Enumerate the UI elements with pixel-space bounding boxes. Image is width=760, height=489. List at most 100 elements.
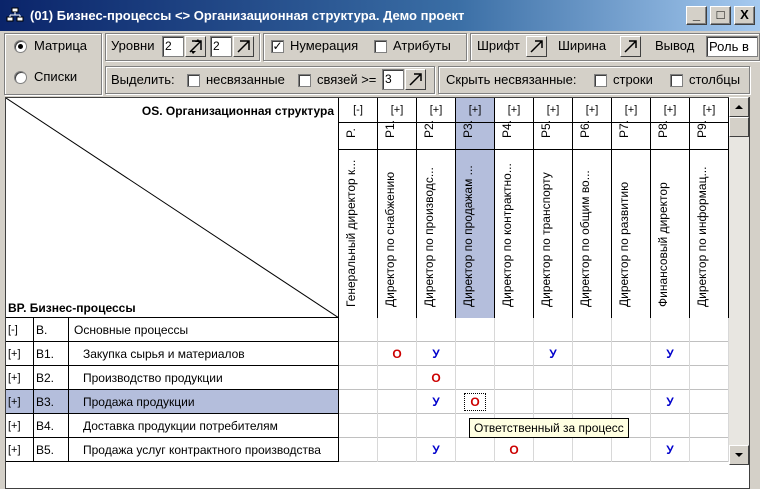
matrix-cell[interactable] [417, 318, 456, 342]
matrix-cell[interactable] [495, 318, 534, 342]
links-count-input[interactable]: 3 [382, 69, 404, 90]
matrix-cell[interactable] [339, 438, 378, 462]
matrix-cell[interactable] [456, 318, 495, 342]
matrix-cell[interactable] [339, 366, 378, 390]
matrix-cell[interactable] [534, 318, 573, 342]
column-header[interactable]: [+] P4. Директор по контрактно... [495, 98, 534, 318]
lists-radio-label[interactable]: Списки [34, 69, 77, 84]
matrix-cell[interactable] [690, 318, 729, 342]
row-name[interactable]: Закупка сырья и материалов [69, 342, 339, 366]
matrix-cell[interactable] [612, 390, 651, 414]
minimize-button[interactable]: _ [686, 6, 707, 25]
matrix-radio[interactable] [14, 40, 27, 53]
column-header[interactable]: [+] P9. Директор по информац... [690, 98, 729, 318]
matrix-cell[interactable] [573, 366, 612, 390]
matrix-cell[interactable]: У [417, 390, 456, 414]
highlight-unlinked-checkbox[interactable] [187, 74, 200, 87]
attributes-checkbox[interactable] [374, 40, 387, 53]
matrix-cell[interactable] [378, 366, 417, 390]
matrix-cell[interactable] [573, 390, 612, 414]
maximize-button[interactable]: □ [710, 6, 731, 25]
hide-rows-label[interactable]: строки [613, 72, 653, 87]
matrix-cell[interactable] [456, 438, 495, 462]
row-name[interactable]: Основные процессы [69, 318, 339, 342]
matrix-cell[interactable] [612, 366, 651, 390]
matrix-row[interactable]: [+] B2. Производство продукции О [6, 366, 746, 390]
row-expand-toggle[interactable]: [+] [6, 342, 34, 366]
matrix-cell[interactable]: О [378, 342, 417, 366]
matrix-cell[interactable] [690, 414, 729, 438]
matrix-cell[interactable] [690, 366, 729, 390]
column-header[interactable]: [+] P5. Директор по транспорту [534, 98, 573, 318]
levels-row-spinner[interactable] [185, 36, 206, 57]
matrix-cell[interactable]: У [534, 342, 573, 366]
matrix-cell[interactable]: У [651, 390, 690, 414]
matrix-radio-label[interactable]: Матрица [34, 38, 87, 53]
row-name[interactable]: Доставка продукции потребителям [69, 414, 339, 438]
width-button[interactable] [620, 36, 641, 57]
matrix-grid[interactable]: OS. Организационная структура BP. Бизнес… [5, 97, 750, 489]
matrix-cell[interactable] [573, 438, 612, 462]
matrix-cell[interactable] [495, 342, 534, 366]
matrix-cell[interactable]: О [417, 366, 456, 390]
column-expand-toggle[interactable]: [-] [339, 98, 377, 123]
matrix-cell[interactable] [456, 342, 495, 366]
matrix-cell[interactable]: О [456, 390, 495, 414]
row-name[interactable]: Продажа продукции [69, 390, 339, 414]
matrix-cell[interactable] [612, 318, 651, 342]
scroll-thumb[interactable] [729, 117, 749, 137]
matrix-cell[interactable] [339, 390, 378, 414]
column-header[interactable]: [+] P3. Директор по продажам ... [456, 98, 495, 318]
matrix-cell[interactable] [534, 390, 573, 414]
column-header[interactable]: [-] P. Генеральный директор к... [339, 98, 378, 318]
levels-row-input[interactable]: 2 [162, 36, 184, 57]
matrix-cell[interactable] [339, 414, 378, 438]
row-expand-toggle[interactable]: [+] [6, 390, 34, 414]
row-name[interactable]: Продажа услуг контрактного производства [69, 438, 339, 462]
output-select[interactable]: Роль в [706, 36, 758, 57]
column-header[interactable]: [+] P8. Финансовый директор [651, 98, 690, 318]
column-header[interactable]: [+] P6. Директор по общим во... [573, 98, 612, 318]
row-expand-toggle[interactable]: [+] [6, 366, 34, 390]
matrix-row[interactable]: [-] B. Основные процессы [6, 318, 746, 342]
matrix-cell[interactable] [651, 318, 690, 342]
matrix-cell[interactable]: У [417, 342, 456, 366]
matrix-cell[interactable] [573, 342, 612, 366]
highlight-links-checkbox[interactable] [298, 74, 311, 87]
hide-cols-checkbox[interactable] [670, 74, 683, 87]
column-header[interactable]: [+] P7. Директор по развитию [612, 98, 651, 318]
matrix-cell[interactable] [690, 342, 729, 366]
font-size-button[interactable] [526, 36, 547, 57]
matrix-cell[interactable] [534, 366, 573, 390]
matrix-cell[interactable] [378, 390, 417, 414]
matrix-row[interactable]: [+] B1. Закупка сырья и материалов О У У У [6, 342, 746, 366]
matrix-row[interactable]: [+] B5. Продажа услуг контрактного произво… [6, 438, 746, 462]
matrix-cell[interactable] [378, 414, 417, 438]
matrix-cell[interactable] [495, 366, 534, 390]
column-header[interactable]: [+] P2. Директор по производс... [417, 98, 456, 318]
matrix-cell[interactable]: О [495, 438, 534, 462]
matrix-cell[interactable]: У [651, 342, 690, 366]
close-button[interactable]: X [734, 6, 755, 25]
matrix-cell[interactable] [612, 438, 651, 462]
scroll-down-button[interactable] [729, 445, 749, 465]
highlight-unlinked-label[interactable]: несвязанные [206, 72, 285, 87]
numbering-checkbox[interactable]: ✓ [271, 40, 284, 53]
matrix-cell[interactable] [339, 318, 378, 342]
matrix-cell[interactable] [612, 342, 651, 366]
matrix-row[interactable]: [+] B4. Доставка продукции потребителям [6, 414, 746, 438]
links-count-spinner[interactable] [405, 69, 426, 90]
matrix-cell[interactable]: У [651, 438, 690, 462]
levels-col-spinner[interactable] [233, 36, 254, 57]
matrix-cell[interactable] [456, 366, 495, 390]
row-expand-toggle[interactable]: [-] [6, 318, 34, 342]
matrix-cell[interactable] [690, 390, 729, 414]
matrix-cell[interactable]: У [417, 438, 456, 462]
matrix-cell[interactable] [690, 438, 729, 462]
row-expand-toggle[interactable]: [+] [6, 414, 34, 438]
levels-col-input[interactable]: 2 [210, 36, 232, 57]
numbering-label[interactable]: Нумерация [290, 38, 358, 53]
links-label[interactable]: связей >= [317, 72, 376, 87]
row-name[interactable]: Производство продукции [69, 366, 339, 390]
matrix-cell[interactable] [339, 342, 378, 366]
